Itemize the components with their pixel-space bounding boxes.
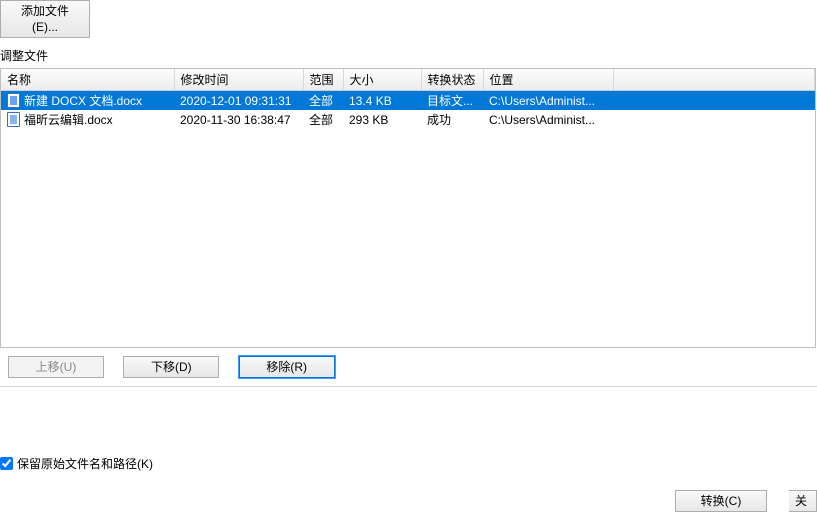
col-header-location[interactable]: 位置 xyxy=(483,69,613,91)
col-header-name[interactable]: 名称 xyxy=(1,69,174,91)
keep-original-path-checkbox[interactable]: 保留原始文件名和路径(K) xyxy=(0,455,153,472)
col-header-size[interactable]: 大小 xyxy=(343,69,421,91)
col-header-status[interactable]: 转换状态 xyxy=(421,69,483,91)
doc-icon xyxy=(7,93,20,108)
col-header-range[interactable]: 范围 xyxy=(303,69,343,91)
convert-button[interactable]: 转换(C) xyxy=(675,490,767,512)
cell-size: 13.4 KB xyxy=(343,91,421,111)
move-down-button[interactable]: 下移(D) xyxy=(123,356,219,378)
remove-button[interactable]: 移除(R) xyxy=(239,356,335,378)
col-header-mtime[interactable]: 修改时间 xyxy=(174,69,303,91)
cell-mtime: 2020-11-30 16:38:47 xyxy=(174,110,303,129)
add-file-button[interactable]: 添加文件(E)... xyxy=(0,0,90,38)
move-up-button[interactable]: 上移(U) xyxy=(8,356,104,378)
close-button[interactable]: 关 xyxy=(789,490,817,512)
keep-original-path-input[interactable] xyxy=(0,457,13,470)
separator xyxy=(0,386,817,387)
cell-status: 成功 xyxy=(421,110,483,129)
file-grid: 名称 修改时间 范围 大小 转换状态 位置 新建 DOCX 文档.docx 20… xyxy=(0,68,816,348)
table-header-row: 名称 修改时间 范围 大小 转换状态 位置 xyxy=(1,69,815,91)
cell-location: C:\Users\Administ... xyxy=(483,110,613,129)
cell-location: C:\Users\Administ... xyxy=(483,91,613,111)
table-row[interactable]: 新建 DOCX 文档.docx 2020-12-01 09:31:31 全部 1… xyxy=(1,91,815,111)
cell-range: 全部 xyxy=(303,110,343,129)
keep-original-path-label: 保留原始文件名和路径(K) xyxy=(17,455,153,472)
doc-icon xyxy=(7,112,20,127)
col-header-pad xyxy=(613,69,815,91)
cell-size: 293 KB xyxy=(343,110,421,129)
cell-mtime: 2020-12-01 09:31:31 xyxy=(174,91,303,111)
table-row[interactable]: 福昕云编辑.docx 2020-11-30 16:38:47 全部 293 KB… xyxy=(1,110,815,129)
section-title: 调整文件 xyxy=(0,41,817,68)
cell-range: 全部 xyxy=(303,91,343,111)
cell-status: 目标文... xyxy=(421,91,483,111)
cell-name: 福昕云编辑.docx xyxy=(1,110,174,129)
cell-name: 新建 DOCX 文档.docx xyxy=(1,91,174,111)
